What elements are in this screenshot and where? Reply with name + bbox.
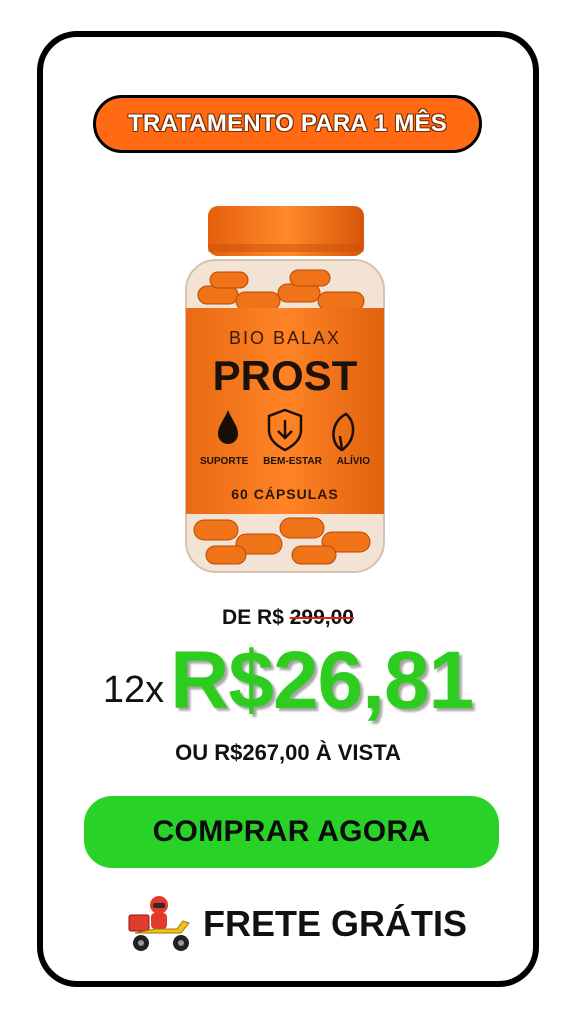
- product-benefits: SUPORTE BEM-ESTAR ALÍVIO: [200, 456, 370, 467]
- benefit-relief: ALÍVIO: [336, 456, 370, 467]
- buy-now-button[interactable]: COMPRAR AGORA: [84, 796, 499, 868]
- cash-price: OU R$267,00 À VISTA: [175, 740, 401, 765]
- product-bottle-image: BIO BALAX PROST SUPORTE BEM-ESTAR ALÍVIO…: [180, 200, 390, 580]
- product-capsule-count: 60 CÁPSULAS: [231, 486, 339, 502]
- buy-now-label: COMPRAR AGORA: [152, 815, 431, 848]
- treatment-badge-label: TRATAMENTO PARA 1 MÊS: [128, 110, 447, 137]
- old-price-prefix: DE R$: [222, 606, 284, 629]
- product-name: PROST: [212, 352, 358, 399]
- free-shipping-label: FRETE GRÁTIS: [203, 903, 468, 944]
- free-shipping: FRETE GRÁTIS: [125, 893, 467, 955]
- treatment-badge: TRATAMENTO PARA 1 MÊS: [93, 95, 482, 153]
- installment-count: 12x: [102, 669, 165, 711]
- installment-price-value: R$26,81: [170, 635, 474, 726]
- delivery-scooter-icon: [128, 896, 190, 951]
- benefit-support: SUPORTE: [200, 456, 249, 467]
- old-price: DE R$ 299,00: [0, 606, 576, 630]
- installment-price: 12x R$26,81: [0, 640, 576, 722]
- benefit-wellbeing: BEM-ESTAR: [263, 456, 322, 467]
- product-brand: BIO BALAX: [228, 328, 342, 348]
- old-price-value: 299,00: [289, 606, 354, 629]
